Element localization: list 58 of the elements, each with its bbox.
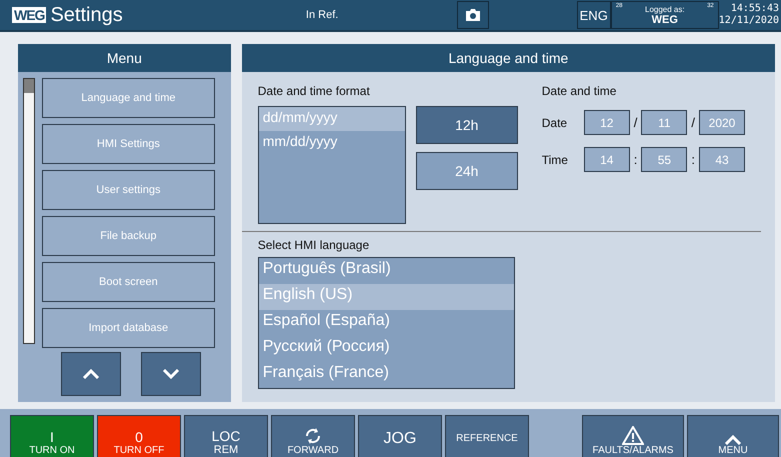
input-field[interactable]: 2020 [699,110,745,135]
clock-date: 12/11/2020 [718,15,779,27]
field-label: Date [542,116,568,130]
section-label: Date and time format [258,84,371,98]
language-option[interactable]: Français (France) [258,362,514,388]
scroll-down-button[interactable] [141,352,202,396]
input-field[interactable]: 55 [641,147,688,172]
camera-icon [464,8,481,22]
scroll-up-button[interactable] [61,352,122,396]
input-field[interactable]: 12 [584,110,630,135]
user-name: WEG [652,14,678,26]
scrollbar[interactable] [23,78,35,344]
footer-button[interactable]: JOG [358,415,442,457]
footer-button[interactable]: MENU [687,415,779,457]
field-label: Time [542,152,569,166]
menu-item[interactable]: Boot screen [42,262,215,302]
camera-button[interactable] [457,1,489,29]
footer-button[interactable]: LOC REM [184,415,268,457]
footer-button[interactable]: REFERENCE [445,415,529,457]
menu-item[interactable]: User settings [42,170,215,210]
input-field[interactable]: 43 [699,147,745,172]
footer-button[interactable]: FORWARD [271,415,355,457]
menu-item[interactable]: HMI Settings [42,124,215,164]
format-option[interactable]: dd/mm/yyyy [258,107,405,131]
hour-format-button[interactable]: 24h [416,152,518,190]
menu-item[interactable]: Language and time [42,78,215,118]
footer-button[interactable]: FAULTS/ALARMS [582,415,684,457]
menu-item[interactable]: File backup [42,216,215,256]
status-text: In Ref. [306,9,340,21]
cycle-icon [304,427,322,445]
language-button[interactable]: ENG [576,1,611,29]
login-label: Logged as: [645,4,685,14]
language-option[interactable]: English (US) [258,284,514,310]
turn-on-button[interactable]: I TURN ON [10,415,94,457]
separator: : [691,152,695,167]
warning-icon [622,426,644,445]
language-option[interactable]: Português (Brasil) [258,258,514,284]
separator: / [691,115,695,130]
window-title: Settings [50,4,124,26]
panel-title: Language and time [242,44,775,72]
chevron-down-icon [162,369,180,379]
turn-off-button[interactable]: 0 TURN OFF [97,415,181,457]
panel-title: Menu [18,44,231,72]
format-option[interactable]: mm/dd/yyyy [258,131,405,155]
separator: / [634,115,638,130]
language-option[interactable]: Русский (Россия) [258,336,514,362]
language-option[interactable]: Español (España) [258,310,514,336]
section-label: Select HMI language [258,238,370,252]
section-label: Date and time [542,84,618,98]
logo: WEG [12,7,46,23]
input-field[interactable]: 14 [584,147,630,172]
clock-time: 14:55:43 [730,3,779,15]
input-field[interactable]: 11 [641,110,688,135]
menu-item[interactable]: Import database [42,308,215,348]
hour-format-button[interactable]: 12h [416,106,518,144]
chevron-up-icon [82,369,100,379]
separator: : [634,152,638,167]
chevron-up-icon [724,435,742,445]
